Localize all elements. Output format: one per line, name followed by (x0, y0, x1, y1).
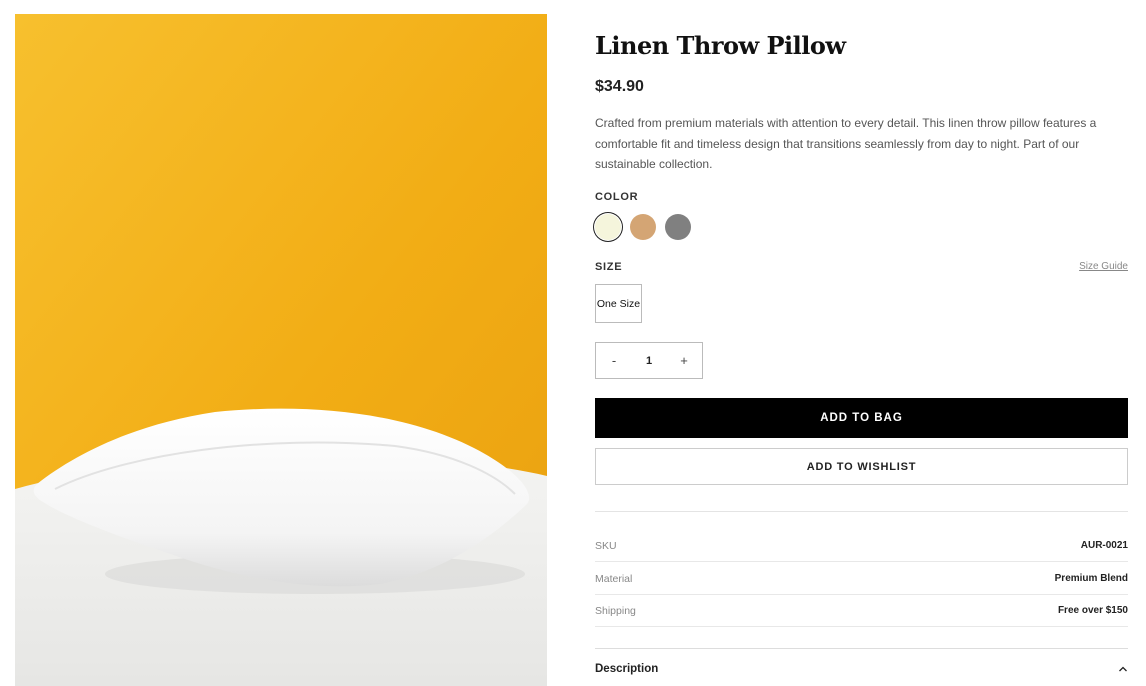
quantity-value[interactable]: 1 (632, 355, 666, 367)
meta-key: Shipping (595, 604, 636, 617)
pillow-photo (15, 14, 547, 686)
meta-row-material: Material Premium Blend (595, 563, 1128, 595)
meta-row-shipping: Shipping Free over $150 (595, 595, 1128, 627)
quantity-stepper: - 1 + (595, 342, 703, 379)
quantity-decrease-button[interactable]: - (596, 343, 632, 378)
swatch-cream[interactable] (595, 214, 621, 240)
product-title: Linen Throw Pillow (595, 31, 846, 60)
meta-key: SKU (595, 539, 617, 552)
meta-row-sku: SKU AUR-0021 (595, 530, 1128, 562)
color-swatches (595, 214, 691, 240)
swatch-tan[interactable] (630, 214, 656, 240)
product-image (15, 14, 547, 686)
chevron-up-icon (1119, 666, 1127, 671)
meta-key: Material (595, 572, 633, 585)
color-label: COLOR (595, 191, 639, 203)
product-description: Crafted from premium materials with atte… (595, 116, 1097, 171)
size-option-one-size[interactable]: One Size (595, 284, 642, 323)
meta-value: Premium Blend (1054, 573, 1128, 584)
meta-value: AUR-0021 (1080, 540, 1128, 551)
add-to-bag-button[interactable]: ADD TO BAG (595, 398, 1128, 438)
meta-value: Free over $150 (1057, 605, 1128, 616)
description-accordion[interactable]: Description (595, 648, 1128, 686)
size-label: SIZE (595, 261, 623, 273)
divider (595, 511, 1128, 512)
quantity-increase-button[interactable]: + (666, 343, 702, 378)
swatch-gray[interactable] (665, 214, 691, 240)
add-to-wishlist-button[interactable]: ADD TO WISHLIST (595, 448, 1128, 485)
accordion-label: Description (595, 662, 659, 675)
product-price: $34.90 (595, 78, 644, 95)
product-details: Linen Throw Pillow $34.90 Crafted from p… (595, 14, 1128, 675)
size-guide-link[interactable]: Size Guide (1079, 261, 1128, 272)
